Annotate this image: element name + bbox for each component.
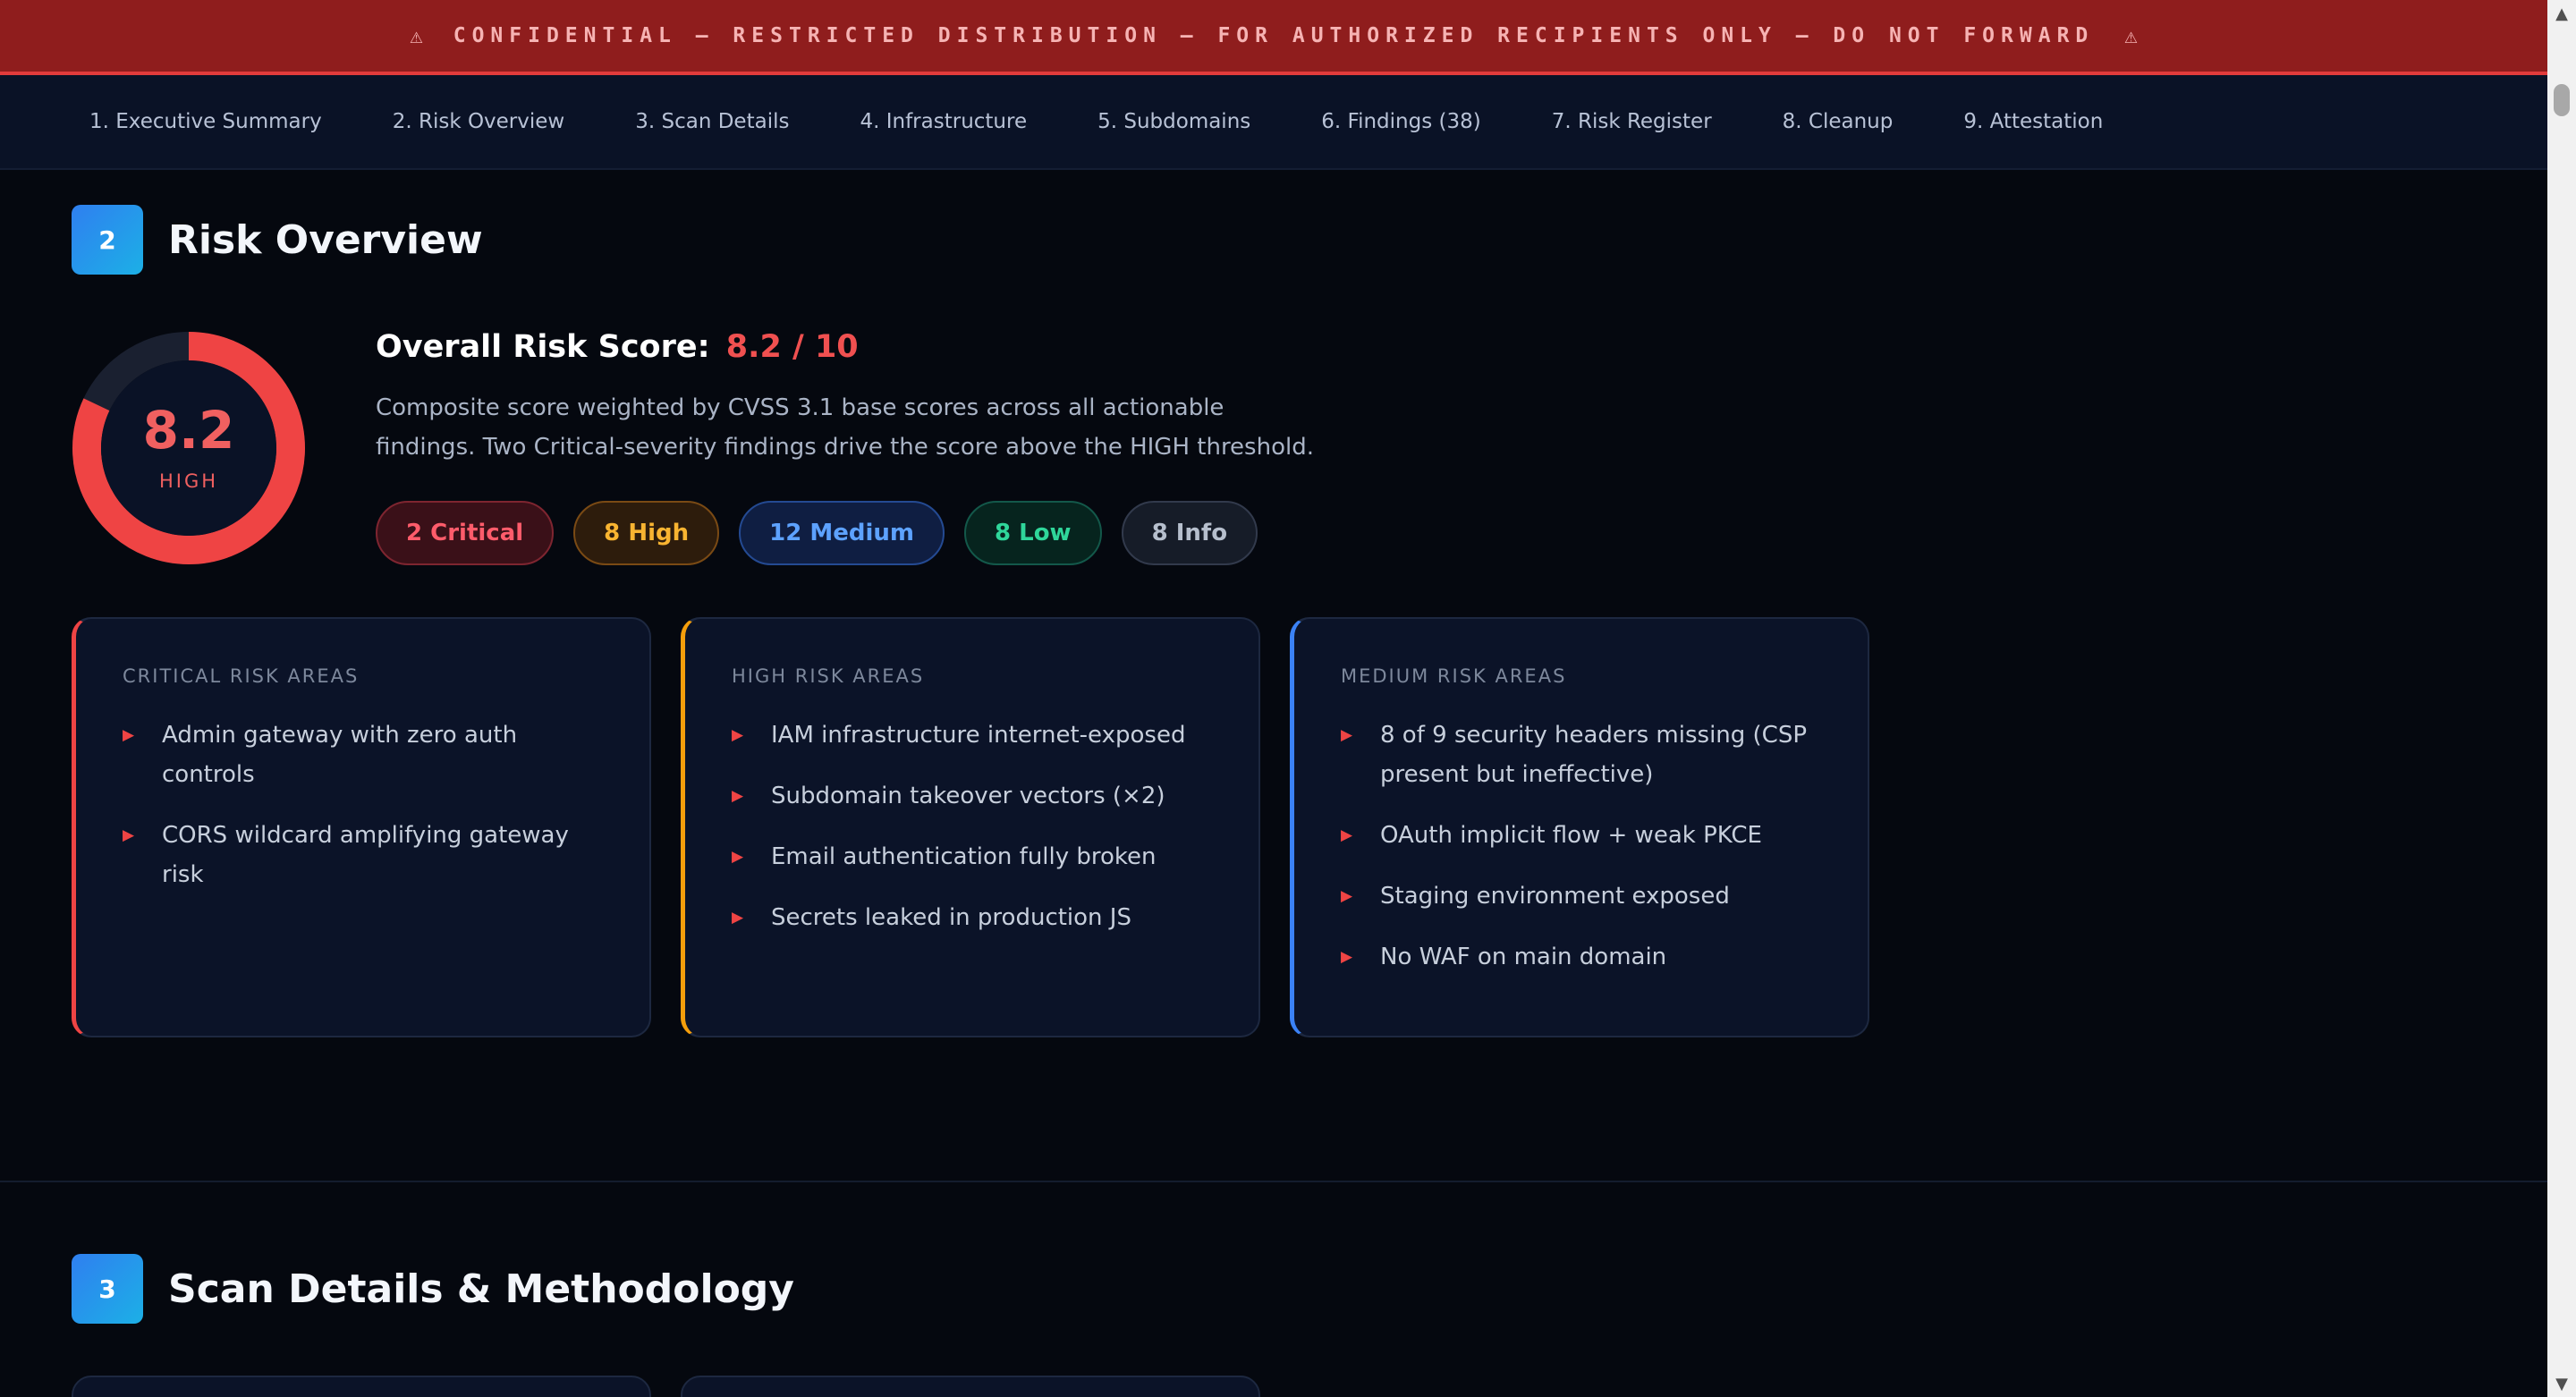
list-item: ▶ CORS wildcard amplifying gateway risk [123,816,614,894]
section-divider [0,1181,2547,1182]
section-title: Scan Details & Methodology [168,1266,794,1312]
bullet-arrow-icon: ▶ [1341,726,1353,744]
section-title: Risk Overview [168,216,483,263]
scan-details-card [681,1376,1260,1397]
severity-pill-high[interactable]: 8 High [573,501,720,565]
bullet-arrow-icon: ▶ [1341,887,1353,905]
card-title: MEDIUM RISK AREAS [1341,665,1567,687]
section-header-scan-details: 3 Scan Details & Methodology [72,1254,794,1324]
section-nav: 1. Executive Summary 2. Risk Overview 3.… [0,75,2547,170]
risk-area-list: ▶ IAM infrastructure internet-exposed ▶ Su… [732,715,1223,937]
severity-pill-low[interactable]: 8 Low [963,501,1102,565]
list-item: ▶ No WAF on main domain [1341,937,1832,977]
gauge-score: 8.2 [142,400,235,461]
nav-item-scan-details[interactable]: 3. Scan Details [635,110,789,133]
medium-risk-areas-card: MEDIUM RISK AREAS ▶ 8 of 9 security heade… [1290,617,1869,1037]
section-number-badge: 2 [72,205,143,275]
risk-area-list: ▶ 8 of 9 security headers missing (CSP pr… [1341,715,1832,977]
warning-icon: ⚠ [2124,23,2138,48]
bullet-arrow-icon: ▶ [123,826,135,844]
nav-item-findings[interactable]: 6. Findings (38) [1321,110,1480,133]
risk-score-value: 8.2 / 10 [725,329,859,365]
nav-item-risk-register[interactable]: 7. Risk Register [1552,110,1712,133]
list-item: ▶ OAuth implicit flow + weak PKCE [1341,816,1832,855]
bullet-arrow-icon: ▶ [732,726,744,744]
bullet-arrow-icon: ▶ [1341,826,1353,844]
nav-item-cleanup[interactable]: 8. Cleanup [1783,110,1894,133]
nav-item-infrastructure[interactable]: 4. Infrastructure [860,110,1027,133]
bullet-arrow-icon: ▶ [1341,948,1353,966]
warning-icon: ⚠ [410,23,423,48]
list-item: ▶ IAM infrastructure internet-exposed [732,715,1223,755]
risk-score-gauge: 8.2 HIGH [72,331,306,565]
confidential-banner: ⚠ CONFIDENTIAL — RESTRICTED DISTRIBUTION… [0,0,2547,75]
high-risk-areas-card: HIGH RISK AREAS ▶ IAM infrastructure inte… [681,617,1260,1037]
severity-pill-critical[interactable]: 2 Critical [376,501,555,565]
list-item: ▶ Secrets leaked in production JS [732,898,1223,937]
risk-area-list: ▶ Admin gateway with zero auth controls ▶… [123,715,614,894]
banner-text: CONFIDENTIAL — RESTRICTED DISTRIBUTION —… [453,24,2095,47]
list-item: ▶ 8 of 9 security headers missing (CSP pr… [1341,715,1832,794]
scroll-up-arrow-icon[interactable]: ▲ [2547,0,2576,27]
risk-score-heading: Overall Risk Score: 8.2 / 10 [376,329,1324,365]
severity-pills: 2 Critical 8 High 12 Medium 8 Low 8 Info [376,501,1324,565]
risk-summary: Overall Risk Score: 8.2 / 10 Composite s… [376,329,1324,565]
page-scrollbar[interactable]: ▲ ▼ [2547,0,2576,1397]
list-item: ▶ Admin gateway with zero auth controls [123,715,614,794]
severity-pill-medium[interactable]: 12 Medium [739,501,945,565]
card-title: HIGH RISK AREAS [732,665,925,687]
scroll-down-arrow-icon[interactable]: ▼ [2547,1370,2576,1397]
nav-item-attestation[interactable]: 9. Attestation [1963,110,2103,133]
bullet-arrow-icon: ▶ [123,726,135,744]
list-item: ▶ Staging environment exposed [1341,876,1832,916]
nav-item-risk-overview[interactable]: 2. Risk Overview [393,110,565,133]
risk-description: Composite score weighted by CVSS 3.1 bas… [376,394,1314,461]
nav-item-executive-summary[interactable]: 1. Executive Summary [89,110,322,133]
scan-details-card [72,1376,651,1397]
list-item: ▶ Email authentication fully broken [732,837,1223,876]
severity-pill-info[interactable]: 8 Info [1121,501,1258,565]
card-title: CRITICAL RISK AREAS [123,665,360,687]
risk-score-label: Overall Risk Score: [376,329,710,365]
nav-item-subdomains[interactable]: 5. Subdomains [1097,110,1250,133]
section-header-risk-overview: 2 Risk Overview [72,205,483,275]
gauge-label: HIGH [158,470,219,492]
critical-risk-areas-card: CRITICAL RISK AREAS ▶ Admin gateway with … [72,617,651,1037]
scrollbar-thumb[interactable] [2554,84,2570,116]
bullet-arrow-icon: ▶ [732,909,744,927]
list-item: ▶ Subdomain takeover vectors (×2) [732,776,1223,816]
bullet-arrow-icon: ▶ [732,848,744,866]
section-number-badge: 3 [72,1254,143,1324]
bullet-arrow-icon: ▶ [732,787,744,805]
